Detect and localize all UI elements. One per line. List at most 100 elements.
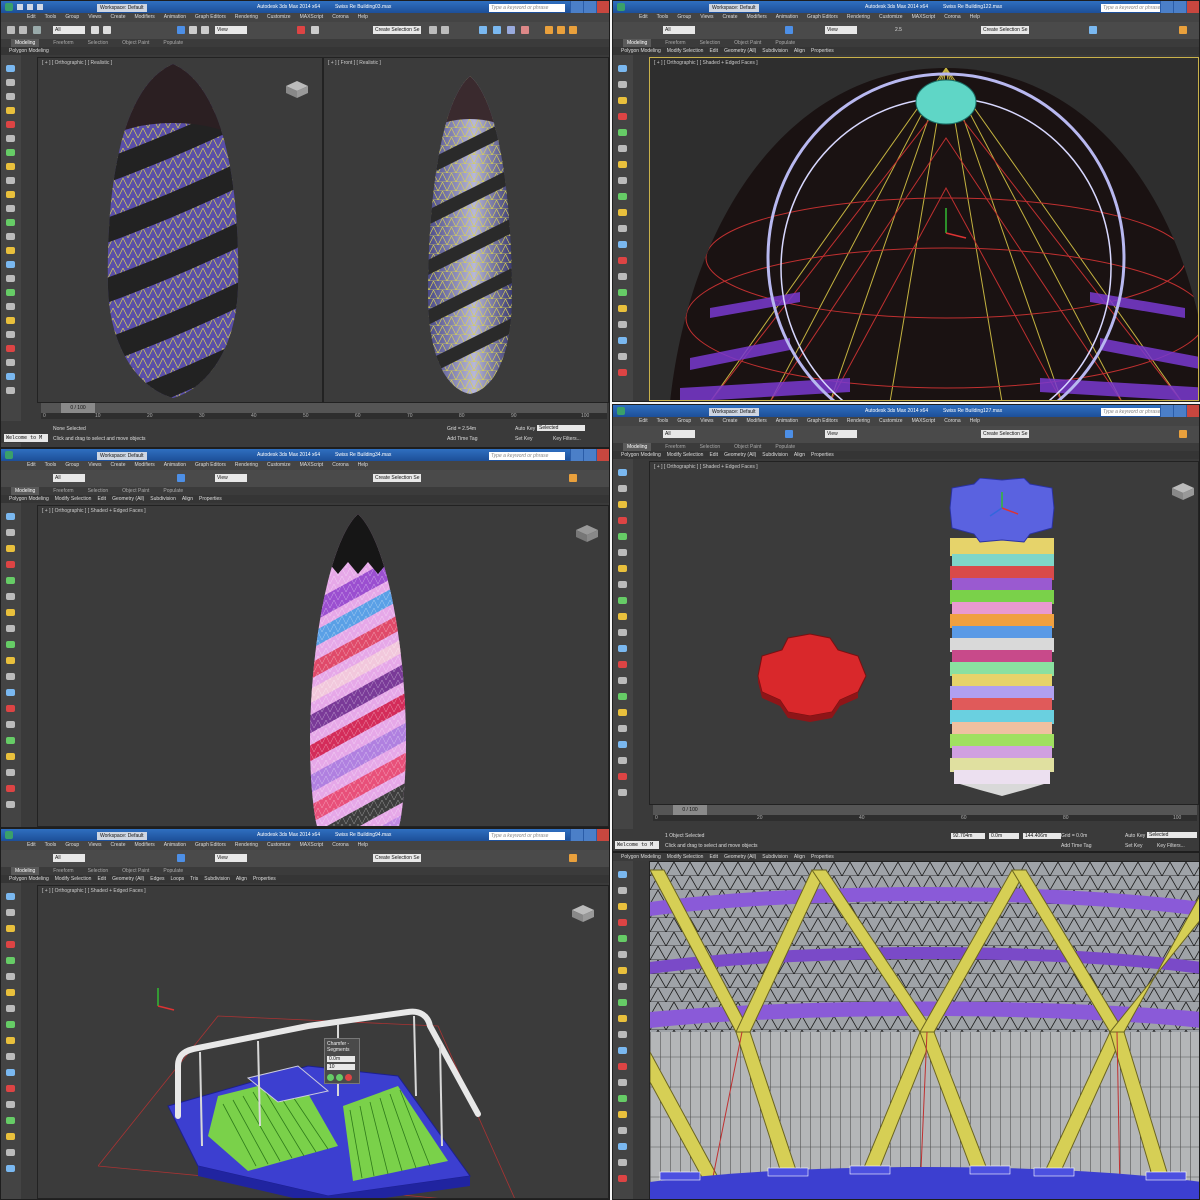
tool-icon[interactable] (618, 1143, 627, 1150)
viewport-label[interactable]: [ + ] [ Orthographic ] [ Shaded + Edged … (42, 508, 146, 514)
ribbon-item-edges[interactable]: Edges (150, 875, 164, 883)
tool-icon[interactable] (618, 469, 627, 476)
ribbon-item-polygon-modeling[interactable]: Polygon Modeling (621, 47, 661, 55)
ribbon-item-subdivision[interactable]: Subdivision (762, 47, 788, 55)
named-selection-dropdown[interactable]: Create Selection Se (981, 26, 1029, 34)
tab-populate[interactable]: Populate (163, 867, 183, 875)
key-filters-button[interactable]: Key Filters... (1157, 843, 1185, 849)
reference-coordinate-dropdown[interactable]: View (215, 854, 247, 862)
tool-icon[interactable] (6, 275, 15, 282)
quick-access-icon[interactable] (37, 4, 43, 10)
tool-icon[interactable] (618, 645, 627, 652)
tool-icon[interactable] (618, 951, 627, 958)
tool-icon[interactable] (6, 1021, 15, 1028)
ribbon-item-polygon-modeling[interactable]: Polygon Modeling (9, 47, 49, 55)
menu-item-maxscript[interactable]: MAXScript (300, 461, 324, 470)
viewport-orthographic[interactable]: [ + ] [ Orthographic ] [ Shaded + Edged … (37, 505, 609, 827)
tool-icon[interactable] (6, 163, 15, 170)
tab-freeform[interactable]: Freeform (53, 867, 73, 875)
ribbon-item-modify-selection[interactable]: Modify Selection (667, 853, 704, 861)
workspace-dropdown[interactable]: Workspace: Default (97, 4, 147, 12)
menu-item-graph-editors[interactable]: Graph Editors (195, 841, 226, 850)
set-key-label[interactable]: Set Key (515, 436, 533, 442)
menu-item-customize[interactable]: Customize (267, 461, 291, 470)
tool-icon[interactable] (6, 1149, 15, 1156)
tool-icon[interactable] (6, 545, 15, 552)
selection-filter-dropdown[interactable]: All (53, 474, 85, 482)
layer-manager-icon[interactable] (479, 26, 487, 34)
tool-icon[interactable] (618, 1047, 627, 1054)
ribbon-item-polygon-modeling[interactable]: Polygon Modeling (621, 451, 661, 459)
menu-item-graph-editors[interactable]: Graph Editors (195, 13, 226, 22)
maximize-icon[interactable] (1173, 405, 1186, 417)
tool-icon[interactable] (618, 193, 627, 200)
select-move-icon[interactable] (785, 26, 793, 34)
tool-icon[interactable] (618, 1063, 627, 1070)
tool-icon[interactable] (6, 261, 15, 268)
ribbon-item-loops[interactable]: Loops (170, 875, 184, 883)
align-icon[interactable] (441, 26, 449, 34)
named-selection-dropdown[interactable]: Create Selection Se (981, 430, 1029, 438)
tab-object-paint[interactable]: Object Paint (122, 867, 149, 875)
menu-item-modifiers[interactable]: Modifiers (746, 417, 766, 426)
tool-icon[interactable] (618, 289, 627, 296)
tool-icon[interactable] (618, 305, 627, 312)
layer-manager-icon[interactable] (1089, 26, 1097, 34)
angle-snap-icon[interactable] (311, 26, 319, 34)
workspace-dropdown[interactable]: Workspace: Default (709, 408, 759, 416)
tool-icon[interactable] (6, 625, 15, 632)
viewport-orthographic[interactable]: [ + ] [ Orthographic ] [ Shaded + Edged … (649, 57, 1199, 401)
menu-item-group[interactable]: Group (65, 13, 79, 22)
tool-icon[interactable] (6, 721, 15, 728)
menu-item-create[interactable]: Create (110, 841, 125, 850)
select-move-icon[interactable] (177, 26, 185, 34)
menu-item-views[interactable]: Views (700, 417, 713, 426)
time-slider[interactable]: 0 / 100 (41, 403, 607, 413)
tab-modeling[interactable]: Modeling (11, 39, 40, 47)
tool-icon[interactable] (6, 1005, 15, 1012)
tool-icon[interactable] (6, 1069, 15, 1076)
tool-icon[interactable] (6, 233, 15, 240)
tab-selection[interactable]: Selection (88, 39, 109, 47)
menu-item-animation[interactable]: Animation (776, 13, 798, 22)
menu-item-modifiers[interactable]: Modifiers (746, 13, 766, 22)
tool-icon[interactable] (6, 941, 15, 948)
tool-icon[interactable] (618, 225, 627, 232)
tool-icon[interactable] (618, 677, 627, 684)
tool-icon[interactable] (618, 257, 627, 264)
tool-icon[interactable] (618, 597, 627, 604)
viewport-perspective[interactable] (649, 861, 1199, 1199)
tool-icon[interactable] (618, 337, 627, 344)
menu-item-corona[interactable]: Corona (332, 13, 348, 22)
ribbon-item-properties[interactable]: Properties (811, 853, 834, 861)
rendered-frame-icon[interactable] (557, 26, 565, 34)
snap-value[interactable]: 2.5 (895, 27, 902, 33)
viewcube-icon[interactable] (568, 902, 598, 924)
tool-icon[interactable] (6, 893, 15, 900)
tool-icon[interactable] (6, 303, 15, 310)
tab-selection[interactable]: Selection (88, 487, 109, 495)
ribbon-item-tris[interactable]: Tris (190, 875, 198, 883)
menu-item-help[interactable]: Help (358, 841, 368, 850)
menu-item-group[interactable]: Group (65, 461, 79, 470)
menu-item-maxscript[interactable]: MAXScript (300, 841, 324, 850)
tool-icon[interactable] (6, 577, 15, 584)
selection-filter-dropdown[interactable]: All (53, 26, 85, 34)
ribbon-item-subdivision[interactable]: Subdivision (150, 495, 176, 503)
menu-item-help[interactable]: Help (358, 13, 368, 22)
reference-coordinate-dropdown[interactable]: View (215, 26, 247, 34)
tool-icon[interactable] (6, 801, 15, 808)
ribbon-item-edit[interactable]: Edit (97, 495, 106, 503)
menu-item-rendering[interactable]: Rendering (847, 13, 870, 22)
app-icon[interactable] (5, 451, 13, 459)
ribbon-item-edit[interactable]: Edit (97, 875, 106, 883)
maximize-icon[interactable] (583, 829, 596, 841)
minimize-icon[interactable] (570, 449, 583, 461)
menu-item-tools[interactable]: Tools (45, 13, 57, 22)
ribbon-item-properties[interactable]: Properties (811, 47, 834, 55)
viewport-label[interactable]: [ + ] [ Orthographic ] [ Shaded + Edged … (654, 464, 758, 470)
search-input[interactable]: Type a keyword or phrase (489, 452, 565, 460)
ribbon-item-subdivision[interactable]: Subdivision (762, 853, 788, 861)
menu-item-tools[interactable]: Tools (45, 841, 57, 850)
tool-icon[interactable] (618, 1079, 627, 1086)
